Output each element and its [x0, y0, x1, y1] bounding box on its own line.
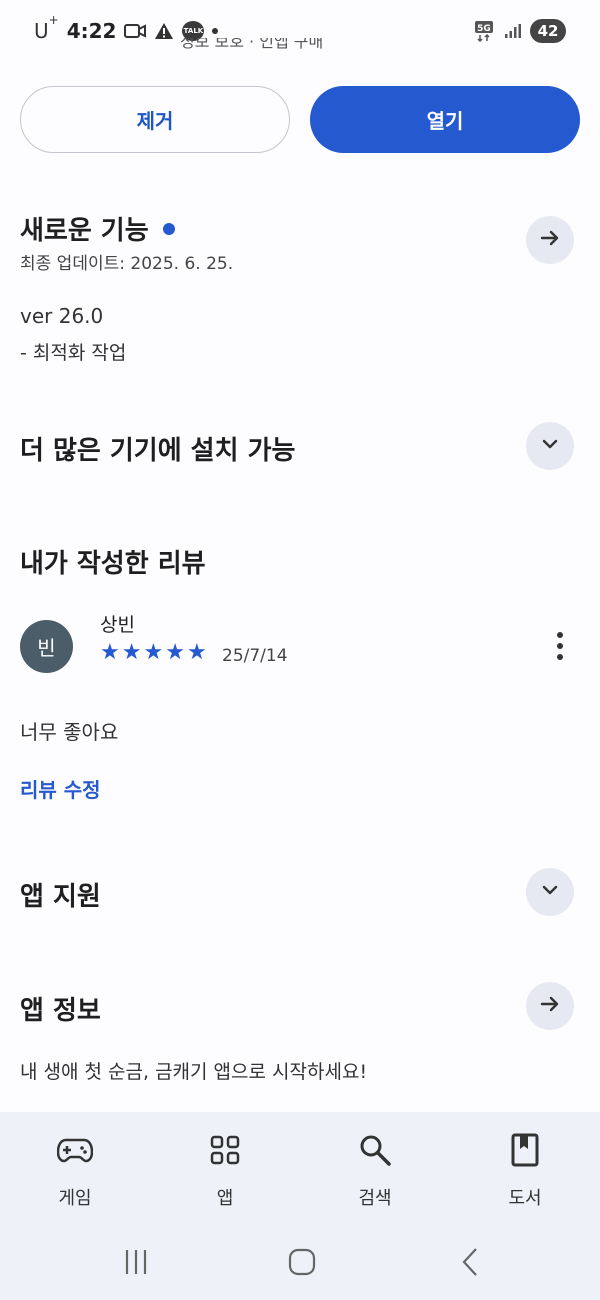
new-indicator-dot — [162, 222, 175, 235]
review-text: 너무 좋아요 — [20, 720, 119, 744]
notification-dot-icon — [212, 28, 219, 34]
open-button[interactable]: 열기 — [310, 86, 580, 153]
signal-icon — [504, 23, 522, 39]
status-time: 4:22 — [66, 19, 117, 43]
app-description: 내 생애 첫 순금, 금캐기 앱으로 시작하세요! — [20, 1061, 368, 1083]
recent-apps-button[interactable] — [116, 1244, 156, 1284]
app-info-title: 앱 정보 — [20, 996, 101, 1026]
gamepad-icon — [55, 1130, 95, 1170]
home-button[interactable] — [280, 1244, 324, 1284]
nav-label: 게임 — [58, 1188, 92, 1209]
battery-indicator: 42 — [530, 19, 566, 43]
star-icon: ★ — [121, 640, 142, 665]
back-button[interactable] — [450, 1244, 490, 1284]
nav-label: 도서 — [508, 1188, 542, 1209]
video-call-icon — [124, 23, 147, 39]
reviewer-name: 상빈 — [100, 614, 135, 636]
chevron-down-icon — [539, 879, 561, 905]
nav-label: 앱 — [216, 1188, 234, 1209]
chevron-down-icon — [539, 433, 561, 459]
more-vert-dot — [557, 643, 563, 649]
app-support-expand-button[interactable] — [526, 868, 574, 916]
star-icon: ★ — [100, 640, 120, 665]
whats-new-title: 새로운 기능 — [20, 210, 175, 247]
star-icon: ★ — [165, 640, 185, 665]
nav-label: 검색 — [358, 1188, 392, 1209]
star-icon: ★ — [186, 640, 207, 665]
nav-item-search[interactable]: 검색 — [320, 1130, 430, 1210]
home-icon — [287, 1247, 317, 1281]
edit-review-link[interactable]: 리뷰 수정 — [20, 774, 101, 803]
my-review-title: 내가 작성한 리뷰 — [20, 549, 206, 579]
warning-icon — [154, 22, 174, 40]
version-text: ver 26.0 — [20, 304, 104, 328]
back-icon — [458, 1247, 482, 1281]
more-vert-dot — [557, 654, 563, 660]
book-icon — [505, 1130, 545, 1170]
star-rating: ★ ★ ★ ★ ★ — [100, 640, 207, 666]
status-right: 5G 42 — [474, 16, 566, 46]
clipped-header-text: 정보 보호 · 인앱 구매 — [180, 38, 324, 51]
app-support-title: 앱 지원 — [20, 882, 101, 912]
nav-item-games[interactable]: 게임 — [20, 1130, 130, 1210]
remove-button[interactable]: 제거 — [20, 86, 290, 153]
nav-item-apps[interactable]: 앱 — [170, 1130, 280, 1210]
nav-item-books[interactable]: 도서 — [470, 1130, 580, 1210]
more-devices-title: 더 많은 기기에 설치 가능 — [20, 436, 296, 466]
star-icon: ★ — [143, 640, 164, 665]
bottom-navigation: 게임 앱 검색 도서 — [0, 1112, 600, 1230]
svg-text:5G: 5G — [477, 24, 491, 34]
review-more-options-button[interactable] — [548, 630, 572, 662]
avatar: 빈 — [20, 620, 73, 673]
apps-grid-icon — [205, 1130, 245, 1170]
system-navigation-bar — [0, 1230, 600, 1300]
more-vert-dot — [557, 632, 563, 638]
carrier-label: U+ — [34, 13, 59, 43]
network-5g-icon: 5G — [474, 20, 496, 42]
app-info-arrow-button[interactable] — [526, 982, 574, 1030]
arrow-right-icon — [538, 226, 562, 254]
search-icon — [355, 1130, 395, 1170]
more-devices-expand-button[interactable] — [526, 422, 574, 470]
update-note-text: - 최적화 작업 — [20, 342, 127, 364]
last-updated-text: 최종 업데이트: 2025. 6. 25. — [20, 254, 234, 274]
whats-new-arrow-button[interactable] — [526, 216, 574, 264]
review-date: 25/7/14 — [222, 646, 288, 666]
recent-apps-icon — [121, 1247, 151, 1281]
arrow-right-icon — [538, 992, 562, 1020]
